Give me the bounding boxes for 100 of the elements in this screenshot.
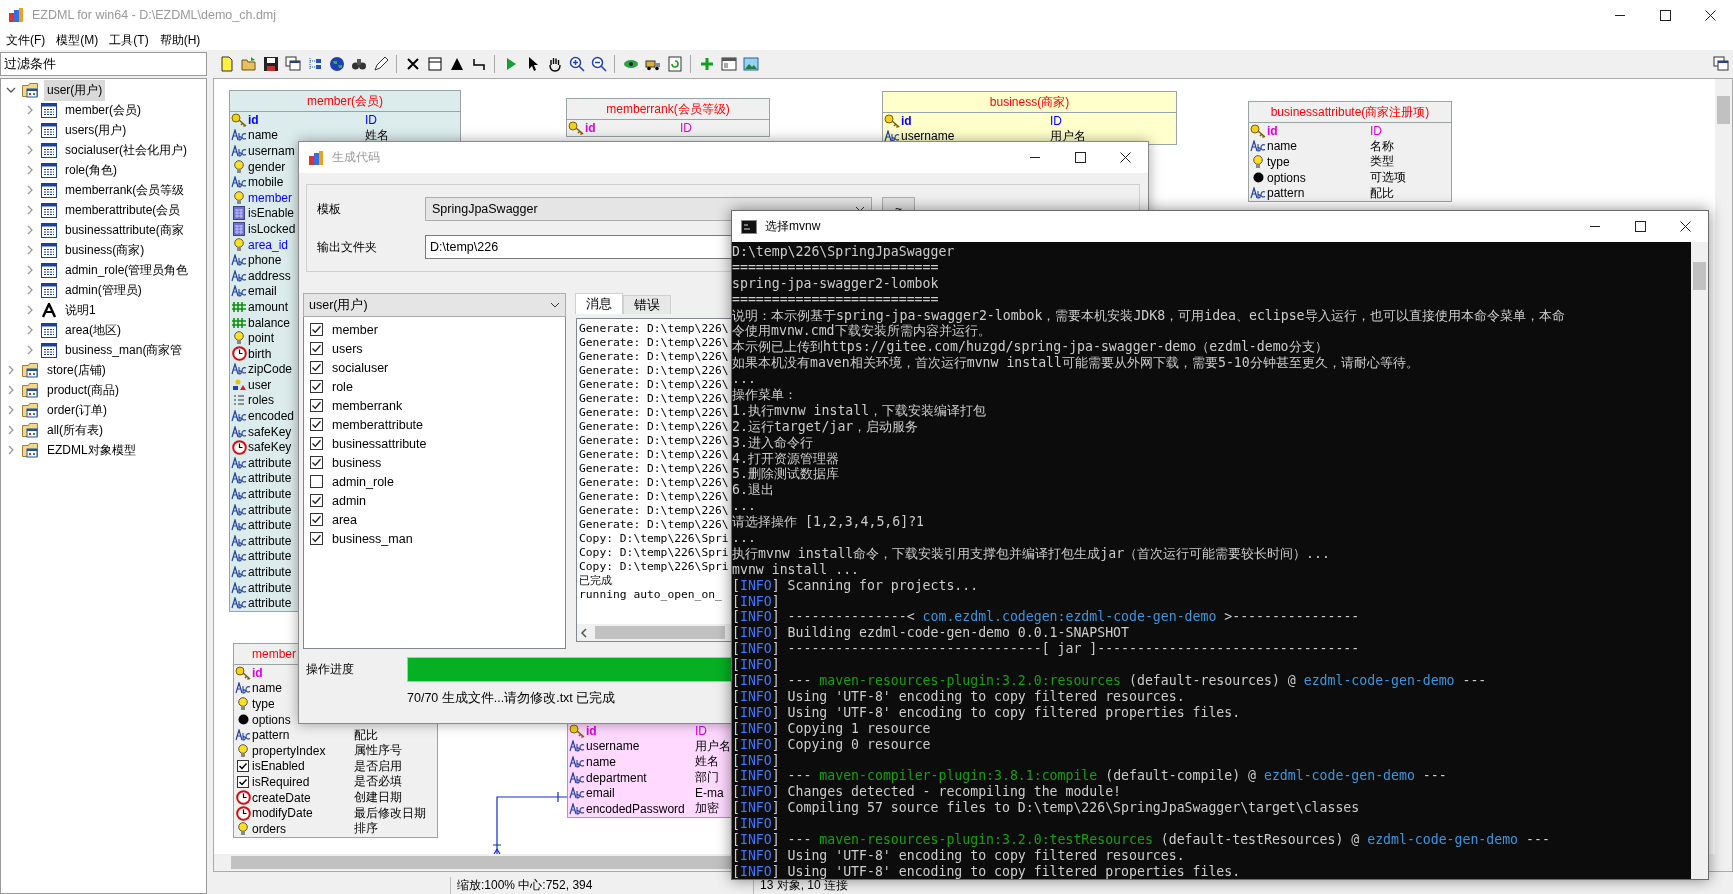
- entity-table[interactable]: memberrank(会员等级) id ID: [566, 98, 770, 137]
- tree-item[interactable]: socialuser(社会化用户): [62, 139, 190, 161]
- tree-item[interactable]: user(用户): [44, 79, 106, 101]
- image-icon[interactable]: [742, 55, 759, 73]
- tree-item[interactable]: businessattribute(商家: [62, 219, 187, 241]
- tab[interactable]: 错误: [623, 295, 671, 314]
- relation-line[interactable]: [492, 791, 568, 854]
- field-name: attribute: [248, 455, 292, 470]
- folder-icon: [22, 362, 39, 378]
- console-line: ==========================: [732, 291, 939, 308]
- checkbox[interactable]: [310, 418, 323, 431]
- zoom-in-icon[interactable]: [568, 55, 585, 73]
- field-type: 部门: [695, 769, 719, 787]
- checkbox[interactable]: [310, 399, 323, 412]
- console-line: 1.执行mvnw install，下载安装编译打包: [732, 402, 987, 419]
- model-select[interactable]: user(用户): [303, 293, 566, 317]
- field-name: department: [586, 770, 647, 785]
- close-icon[interactable]: [1705, 9, 1716, 21]
- field-type: 姓名: [695, 753, 719, 771]
- vertical-scrollbar[interactable]: [1691, 242, 1708, 879]
- maximize-icon[interactable]: [1075, 152, 1086, 163]
- square-icon[interactable]: [426, 55, 443, 73]
- floppy-disk-icon[interactable]: [262, 55, 279, 73]
- scroll-thumb[interactable]: [595, 626, 725, 639]
- close-icon[interactable]: [1120, 152, 1131, 163]
- plus-icon[interactable]: [698, 55, 715, 73]
- text-type-icon: [1250, 187, 1266, 200]
- scroll-thumb[interactable]: [1693, 262, 1706, 290]
- text-type-icon: [884, 130, 900, 143]
- field-name: attribute: [248, 596, 292, 611]
- field-type: 配比: [354, 726, 378, 744]
- maximize-icon[interactable]: [1635, 221, 1646, 232]
- bulb-icon: [237, 697, 249, 711]
- table-icon: [41, 182, 57, 198]
- windows-icon[interactable]: [284, 55, 301, 73]
- tree-item[interactable]: memberattribute(会员: [62, 199, 184, 221]
- console-line: 5.删除测试数据库: [732, 466, 839, 483]
- log-line: running auto_open_on_: [579, 588, 722, 602]
- text-type-icon: [231, 145, 247, 157]
- checkbox[interactable]: [310, 437, 323, 450]
- tree-item[interactable]: product(商品): [44, 379, 123, 401]
- tree-item[interactable]: order(订单): [44, 399, 110, 421]
- folder-icon[interactable]: [240, 55, 257, 73]
- window-title: EZDML for win64 - D:\EZDML\demo_ch.dmj: [32, 8, 278, 22]
- log-line: Generate: D:\temp\226\: [579, 364, 729, 378]
- tree-item[interactable]: role(角色): [62, 159, 120, 181]
- field-name: attribute: [248, 549, 292, 564]
- text-type-icon: [231, 503, 247, 516]
- tree-item[interactable]: memberrank(会员等级: [62, 179, 188, 201]
- hand-icon[interactable]: [546, 55, 563, 73]
- tree-item[interactable]: admin_role(管理员角色: [62, 259, 192, 281]
- field-name: id: [586, 723, 597, 738]
- menu-item[interactable]: 文件(F): [2, 30, 53, 50]
- tree-item[interactable]: all(所有表): [44, 419, 106, 441]
- field-name: isLocked: [248, 221, 296, 236]
- field-name: id: [585, 120, 596, 135]
- tree-item[interactable]: member(会员): [62, 99, 144, 121]
- table-title: businessattribute(商家注册项): [1270, 103, 1430, 121]
- checkbox[interactable]: [310, 380, 323, 393]
- tab[interactable]: 消息: [575, 293, 623, 314]
- scroll-thumb[interactable]: [1717, 96, 1730, 124]
- zoom-out-icon[interactable]: [590, 55, 607, 73]
- checkbox-label: memberrank: [332, 398, 403, 413]
- checkbox[interactable]: [310, 532, 323, 545]
- entity-table[interactable]: businessattribute(商家注册项) id ID name 名称 type 类型 options 可选项 pattern 配比: [1248, 101, 1452, 202]
- filter-field[interactable]: 过滤条件: [0, 52, 207, 76]
- checkbox[interactable]: [310, 342, 323, 355]
- field-type: 是否启用: [354, 757, 402, 775]
- refresh-icon[interactable]: [666, 55, 683, 73]
- tree-item[interactable]: users(用户): [62, 119, 130, 141]
- field-type: 用户名: [1050, 127, 1086, 145]
- field-name: pattern: [252, 728, 290, 743]
- menu-item[interactable]: 模型(M): [52, 30, 106, 50]
- menu-item[interactable]: 工具(T): [105, 30, 156, 50]
- checkbox[interactable]: [310, 513, 323, 526]
- entity-table[interactable]: business(商家) id ID username 用户名: [882, 91, 1177, 146]
- checkbox[interactable]: [310, 456, 323, 469]
- pencil-icon[interactable]: [372, 55, 389, 73]
- maximize-icon[interactable]: [1660, 9, 1671, 21]
- tree-item[interactable]: admin(管理员): [62, 279, 145, 301]
- checkbox[interactable]: [310, 323, 323, 336]
- folder-icon: [22, 382, 39, 398]
- tree-item[interactable]: business_man(商家管: [62, 339, 186, 361]
- tree-item[interactable]: business(商家): [62, 239, 148, 261]
- window-icon[interactable]: [720, 55, 737, 73]
- field-name: encoded: [248, 409, 295, 424]
- globe-icon[interactable]: [328, 55, 345, 73]
- tree-item[interactable]: area(地区): [62, 319, 124, 341]
- windows-icon[interactable]: [1712, 55, 1729, 73]
- console-line: 如果本机没有maven相关环境，首次运行mvnw install可能需要从外网下载，需要5-10分钟甚至更久，请耐心等待。: [732, 355, 1419, 372]
- tree-item[interactable]: store(店铺): [44, 359, 109, 381]
- tree-item[interactable]: 说明1: [62, 299, 99, 321]
- checkbox[interactable]: [310, 361, 323, 374]
- checkbox[interactable]: [310, 475, 323, 488]
- close-icon[interactable]: [1680, 221, 1691, 232]
- tree-item[interactable]: EZDML对象模型: [44, 439, 139, 461]
- menu-item[interactable]: 帮助(H): [155, 30, 208, 50]
- document-icon[interactable]: [218, 55, 235, 73]
- console-icon: [741, 219, 757, 234]
- checkbox[interactable]: [310, 494, 323, 507]
